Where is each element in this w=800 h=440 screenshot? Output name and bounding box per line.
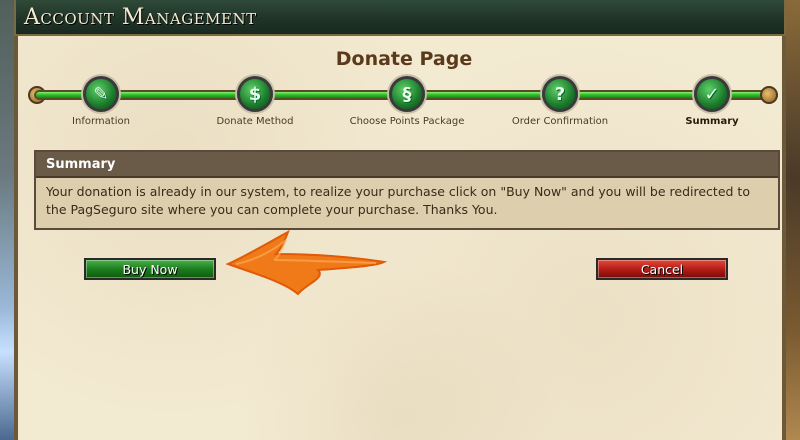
check-icon: ✓ xyxy=(694,76,730,112)
scroll-icon: § xyxy=(389,76,425,112)
coin-icon: $ xyxy=(237,76,273,112)
step-information[interactable]: ✎ Information xyxy=(31,76,171,127)
summary-heading: Summary xyxy=(36,152,778,178)
page-title: Donate Page xyxy=(335,48,473,70)
step-summary[interactable]: ✓ Summary xyxy=(642,76,782,127)
step-label: Donate Method xyxy=(216,116,294,127)
step-donate-method[interactable]: $ Donate Method xyxy=(185,76,325,127)
feather-icon: ✎ xyxy=(83,76,119,112)
buy-now-button[interactable]: Buy Now xyxy=(84,258,216,280)
window-title: Account Management xyxy=(24,5,257,30)
step-label: Choose Points Package xyxy=(349,116,465,127)
summary-box: Summary Your donation is already in our … xyxy=(34,150,780,230)
step-label: Order Confirmation xyxy=(511,116,609,127)
cancel-button[interactable]: Cancel xyxy=(596,258,728,280)
step-label: Information xyxy=(72,116,130,127)
orange-arrow-icon xyxy=(226,229,388,296)
step-order-confirmation[interactable]: ? Order Confirmation xyxy=(490,76,630,127)
step-label-active: Summary xyxy=(685,116,739,127)
summary-text: Your donation is already in our system, … xyxy=(36,178,778,228)
window-header: Account Management xyxy=(14,0,786,36)
question-icon: ? xyxy=(542,76,578,112)
step-choose-points-package[interactable]: § Choose Points Package xyxy=(337,76,477,127)
donate-panel: Donate Page ✎ Information $ Donate Metho… xyxy=(14,36,786,440)
